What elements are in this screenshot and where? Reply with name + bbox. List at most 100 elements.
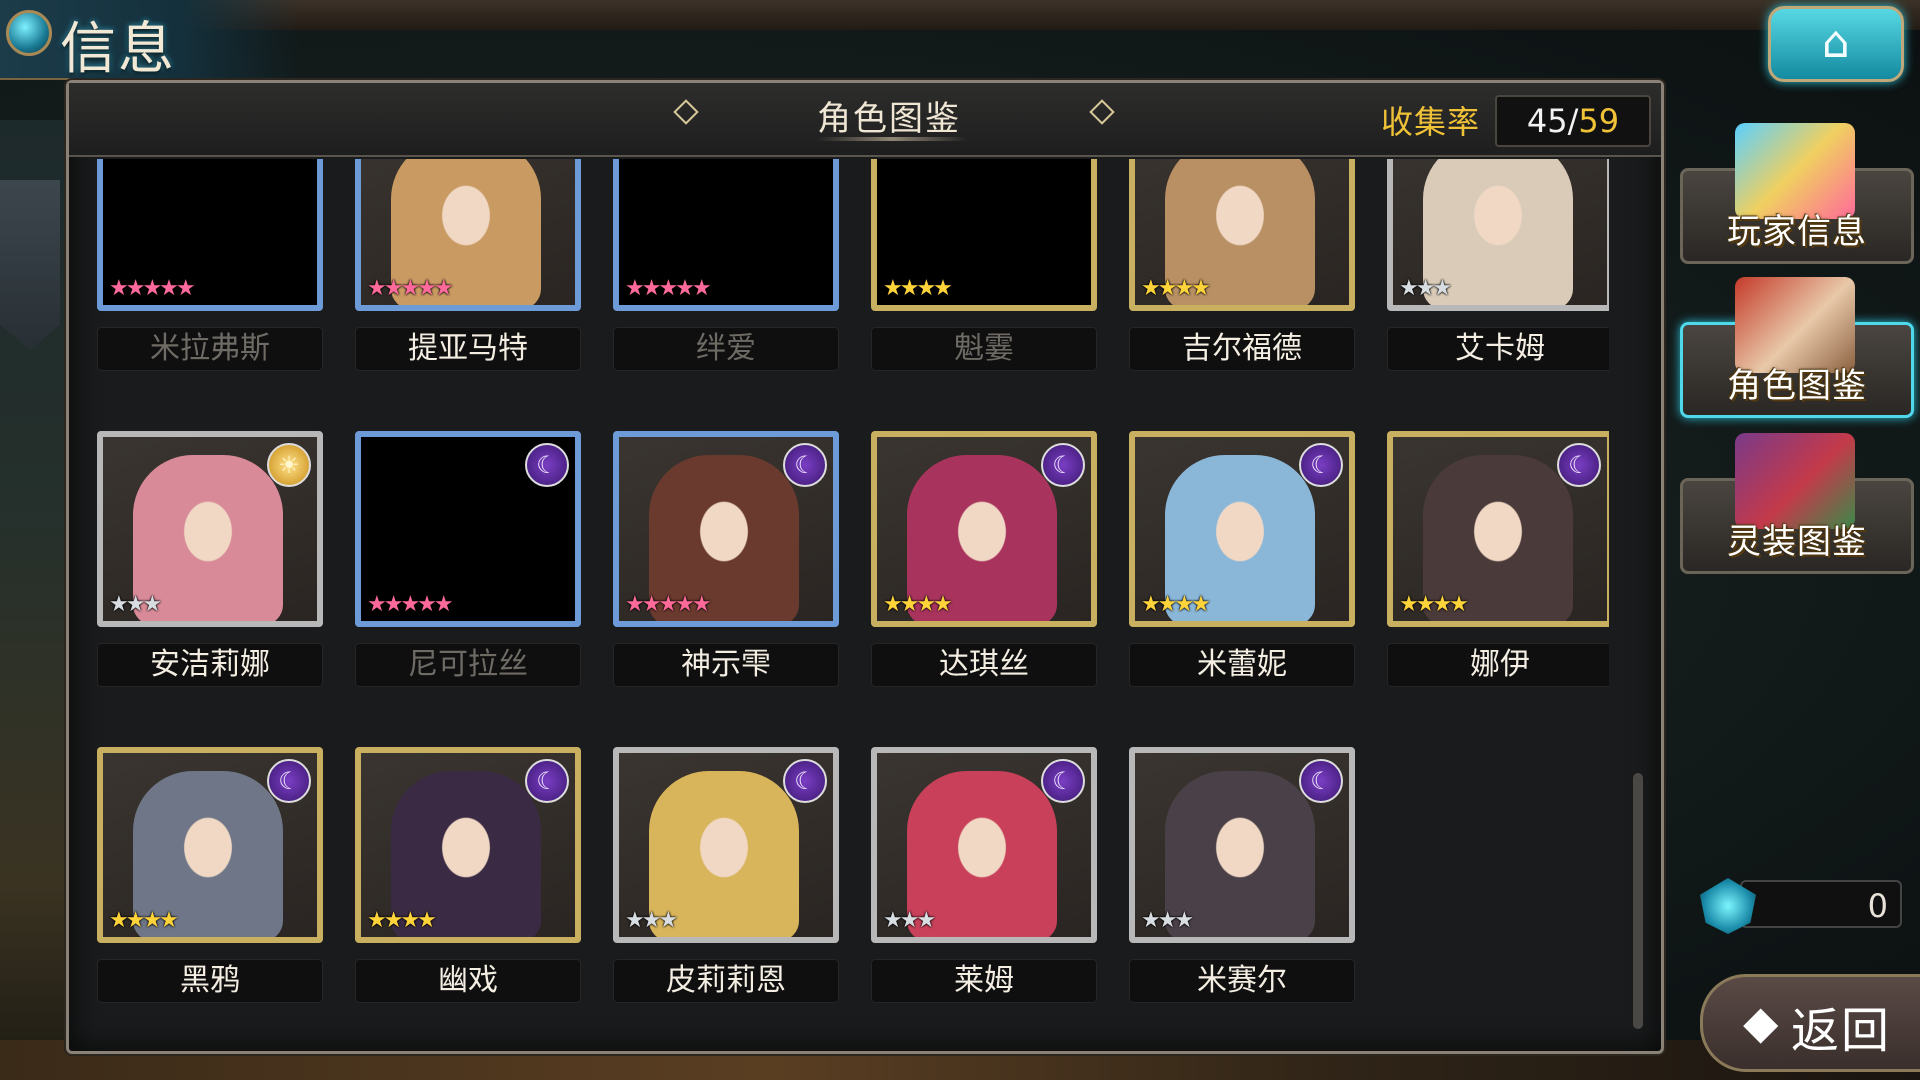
character-card[interactable]: ☀ ★★★ 安洁莉娜 bbox=[97, 431, 323, 687]
character-name: 米蕾妮 bbox=[1129, 643, 1355, 687]
character-portrait[interactable]: ☾ ★★★★ bbox=[355, 747, 581, 943]
character-card[interactable]: ☾ ★★★★★ 尼可拉丝 bbox=[355, 431, 581, 687]
back-arrow-icon: ◆ bbox=[1743, 995, 1779, 1049]
collection-rate-value: 45/59 bbox=[1495, 95, 1651, 147]
character-name: 皮莉莉恩 bbox=[613, 959, 839, 1003]
rarity-stars: ★★★★★ bbox=[625, 592, 712, 617]
title-ornament bbox=[817, 137, 967, 141]
character-name: 米赛尔 bbox=[1129, 959, 1355, 1003]
side-banner bbox=[0, 180, 60, 350]
character-name: 神示雫 bbox=[613, 643, 839, 687]
character-card[interactable]: ★★★ 艾卡姆 bbox=[1387, 159, 1609, 371]
character-portrait[interactable]: ★★★★ bbox=[1129, 159, 1355, 311]
rarity-stars: ★★★★ bbox=[883, 276, 953, 301]
scrollbar[interactable] bbox=[1633, 773, 1643, 1029]
character-name: 吉尔福德 bbox=[1129, 327, 1355, 371]
character-name: 艾卡姆 bbox=[1387, 327, 1609, 371]
character-portrait[interactable]: ★★★★★ bbox=[97, 159, 323, 311]
character-portrait[interactable]: ☾ ★★★★ bbox=[1387, 431, 1609, 627]
rarity-stars: ★★★ bbox=[109, 592, 162, 617]
moon-element-icon: ☾ bbox=[783, 759, 827, 803]
screen-title: 信息 bbox=[60, 19, 176, 81]
screen-title-plate: 信息 bbox=[0, 0, 300, 81]
character-portrait[interactable]: ☾ ★★★★ bbox=[1129, 431, 1355, 627]
title-gem-icon bbox=[6, 10, 52, 56]
codex-panel: 角色图鉴 收集率 45/59 ★★★★★ 米拉弗斯 ★★★★★ 提亚马特 ★★★★★ 绊爱… bbox=[66, 80, 1664, 1054]
rarity-stars: ★★★★ bbox=[1141, 592, 1211, 617]
character-portrait[interactable]: ☾ ★★★ bbox=[613, 747, 839, 943]
moon-element-icon: ☾ bbox=[525, 443, 569, 487]
moon-element-icon: ☾ bbox=[1041, 443, 1085, 487]
character-name: 绊爱 bbox=[613, 327, 839, 371]
diamond-right-icon bbox=[1089, 99, 1115, 125]
moon-element-icon: ☾ bbox=[1299, 759, 1343, 803]
character-portrait[interactable]: ★★★★ bbox=[871, 159, 1097, 311]
moon-element-icon: ☾ bbox=[267, 759, 311, 803]
character-portrait[interactable]: ★★★★★ bbox=[355, 159, 581, 311]
equipment-codex-button[interactable]: 灵装图鉴 bbox=[1680, 433, 1914, 574]
character-grid: ★★★★★ 米拉弗斯 ★★★★★ 提亚马特 ★★★★★ 绊爱 ★★★★ 魁霎 ★★★★ 吉尔福德 ★… bbox=[89, 159, 1609, 1039]
currency-value: 0 bbox=[1740, 880, 1902, 928]
collection-separator: / bbox=[1567, 102, 1579, 140]
player-info-button[interactable]: 玩家信息 bbox=[1680, 123, 1914, 264]
rarity-stars: ★★★★ bbox=[883, 592, 953, 617]
character-portrait[interactable]: ☀ ★★★ bbox=[97, 431, 323, 627]
character-card[interactable]: ★★★★★ 绊爱 bbox=[613, 159, 839, 371]
character-card[interactable]: ☾ ★★★★ 达琪丝 bbox=[871, 431, 1097, 687]
character-name: 安洁莉娜 bbox=[97, 643, 323, 687]
character-portrait[interactable]: ☾ ★★★★★ bbox=[355, 431, 581, 627]
character-card[interactable]: ★★★★ 吉尔福德 bbox=[1129, 159, 1355, 371]
character-card[interactable]: ☾ ★★★★ 娜伊 bbox=[1387, 431, 1609, 687]
moon-element-icon: ☾ bbox=[1557, 443, 1601, 487]
character-name: 莱姆 bbox=[871, 959, 1097, 1003]
character-name: 米拉弗斯 bbox=[97, 327, 323, 371]
moon-element-icon: ☾ bbox=[1299, 443, 1343, 487]
sun-element-icon: ☀ bbox=[267, 443, 311, 487]
character-card[interactable]: ☾ ★★★★★ 神示雫 bbox=[613, 431, 839, 687]
character-portrait[interactable]: ☾ ★★★ bbox=[1129, 747, 1355, 943]
character-name: 黑鸦 bbox=[97, 959, 323, 1003]
character-name: 尼可拉丝 bbox=[355, 643, 581, 687]
panel-title: 角色图鉴 bbox=[817, 99, 961, 139]
character-card[interactable]: ★★★★★ 米拉弗斯 bbox=[97, 159, 323, 371]
character-card[interactable]: ☾ ★★★ 莱姆 bbox=[871, 747, 1097, 1003]
rarity-stars: ★★★★ bbox=[1141, 276, 1211, 301]
character-portrait[interactable]: ★★★ bbox=[1387, 159, 1609, 311]
character-card[interactable]: ☾ ★★★★ 幽戏 bbox=[355, 747, 581, 1003]
rarity-stars: ★★★★★ bbox=[367, 276, 454, 301]
character-portrait[interactable]: ☾ ★★★ bbox=[871, 747, 1097, 943]
panel-header: 角色图鉴 收集率 45/59 bbox=[69, 83, 1661, 157]
collection-total: 59 bbox=[1578, 102, 1620, 140]
rarity-stars: ★★★★ bbox=[367, 908, 437, 933]
character-portrait[interactable]: ★★★★★ bbox=[613, 159, 839, 311]
back-button[interactable]: ◆ 返回 bbox=[1700, 974, 1920, 1072]
character-portrait[interactable]: ☾ ★★★★★ bbox=[613, 431, 839, 627]
character-card[interactable]: ☾ ★★★★ 米蕾妮 bbox=[1129, 431, 1355, 687]
character-card[interactable]: ★★★★★ 提亚马特 bbox=[355, 159, 581, 371]
home-icon: ⌂ bbox=[1822, 17, 1850, 68]
player-info-label: 玩家信息 bbox=[1727, 212, 1867, 252]
rarity-stars: ★★★★ bbox=[1399, 592, 1469, 617]
character-name: 提亚马特 bbox=[355, 327, 581, 371]
equipment-codex-label: 灵装图鉴 bbox=[1727, 522, 1867, 562]
character-card[interactable]: ★★★★ 魁霎 bbox=[871, 159, 1097, 371]
moon-element-icon: ☾ bbox=[525, 759, 569, 803]
character-portrait[interactable]: ☾ ★★★★ bbox=[871, 431, 1097, 627]
rarity-stars: ★★★★ bbox=[109, 908, 179, 933]
rarity-stars: ★★★ bbox=[1141, 908, 1194, 933]
home-button[interactable]: ⌂ bbox=[1768, 6, 1904, 82]
rarity-stars: ★★★★★ bbox=[367, 592, 454, 617]
character-name: 娜伊 bbox=[1387, 643, 1609, 687]
character-card[interactable]: ☾ ★★★ 皮莉莉恩 bbox=[613, 747, 839, 1003]
character-name: 达琪丝 bbox=[871, 643, 1097, 687]
rarity-stars: ★★★ bbox=[883, 908, 936, 933]
rarity-stars: ★★★★★ bbox=[625, 276, 712, 301]
character-name: 魁霎 bbox=[871, 327, 1097, 371]
character-name: 幽戏 bbox=[355, 959, 581, 1003]
character-card[interactable]: ☾ ★★★ 米赛尔 bbox=[1129, 747, 1355, 1003]
rarity-stars: ★★★★★ bbox=[109, 276, 196, 301]
character-codex-button[interactable]: 角色图鉴 bbox=[1680, 277, 1914, 418]
character-card[interactable]: ☾ ★★★★ 黑鸦 bbox=[97, 747, 323, 1003]
character-portrait[interactable]: ☾ ★★★★ bbox=[97, 747, 323, 943]
character-codex-label: 角色图鉴 bbox=[1727, 366, 1867, 406]
